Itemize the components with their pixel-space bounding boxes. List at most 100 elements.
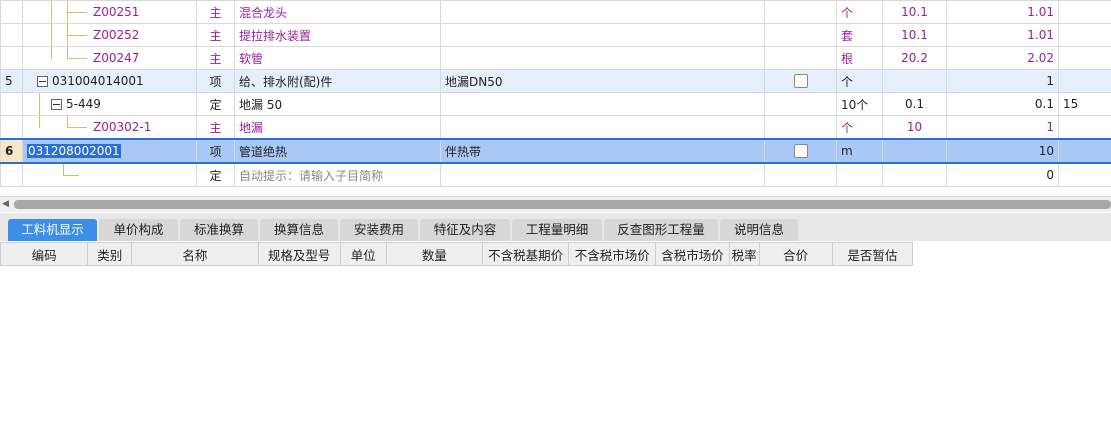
row-code[interactable] [22, 162, 197, 187]
row-code[interactable]: 5-449 [22, 92, 197, 116]
col-header-provisional[interactable]: 是否暂估 [831, 242, 914, 266]
table-row[interactable]: Z00302-1 主 地漏 个 10 1 [0, 115, 1111, 140]
row-quantity[interactable]: 10 [946, 138, 1059, 164]
row-unit[interactable]: 个 [836, 0, 883, 24]
tab-installation-fee[interactable]: 安装费用 [340, 219, 418, 241]
row-name[interactable]: 地漏 50 [234, 92, 441, 116]
col-header-base-price-excl-tax[interactable]: 不含税基期价 [482, 242, 570, 266]
row-quantity[interactable]: 1.01 [946, 23, 1059, 47]
row-content-qty[interactable] [882, 69, 947, 93]
row-name[interactable]: 混合龙头 [234, 0, 441, 24]
col-header-name[interactable]: 名称 [131, 242, 259, 266]
row-type[interactable]: 项 [196, 69, 235, 93]
table-row[interactable]: 5-449 定 地漏 50 10个 0.1 0.1 15 [0, 92, 1111, 116]
row-check[interactable] [764, 138, 837, 164]
row-code[interactable]: 031208002001 [22, 138, 197, 164]
table-row-selected[interactable]: 6 031208002001 项 管道绝热 伴热带 m 10 [0, 138, 1111, 164]
row-check [764, 92, 837, 116]
row-unit[interactable] [836, 162, 883, 187]
row-code[interactable]: Z00302-1 [22, 115, 197, 140]
table-row[interactable]: 定 自动提示：请输入子目简称 0 [0, 162, 1111, 187]
col-header-tax-rate[interactable]: 税率 [728, 242, 760, 266]
row-content-qty[interactable]: 10.1 [882, 0, 947, 24]
row-type[interactable]: 主 [196, 0, 235, 24]
row-index [0, 115, 23, 140]
row-unit[interactable]: 10个 [836, 92, 883, 116]
row-type[interactable]: 项 [196, 138, 235, 164]
collapse-icon[interactable] [51, 99, 62, 110]
row-checkbox[interactable] [793, 144, 808, 159]
row-spec[interactable] [440, 115, 765, 140]
row-content-qty[interactable]: 10 [882, 115, 947, 140]
tab-features-content[interactable]: 特征及内容 [420, 219, 510, 241]
scrollbar-thumb[interactable] [14, 200, 1111, 209]
tab-standard-conversion[interactable]: 标准换算 [180, 219, 258, 241]
row-name-hint[interactable]: 自动提示：请输入子目简称 [234, 162, 441, 187]
horizontal-scrollbar[interactable]: ◀ [0, 196, 1111, 212]
row-unit[interactable]: 根 [836, 46, 883, 70]
col-header-total-price[interactable]: 合价 [758, 242, 833, 266]
row-content-qty[interactable]: 20.2 [882, 46, 947, 70]
row-content-qty[interactable]: 0.1 [882, 92, 947, 116]
row-unit[interactable]: 套 [836, 23, 883, 47]
row-code[interactable]: Z00251 [22, 0, 197, 24]
row-checkbox[interactable] [793, 74, 808, 89]
col-header-spec[interactable]: 规格及型号 [257, 242, 341, 266]
row-spec[interactable] [440, 92, 765, 116]
row-unit[interactable]: 个 [836, 115, 883, 140]
col-header-quantity[interactable]: 数量 [385, 242, 484, 266]
table-row[interactable]: Z00251 主 混合龙头 个 10.1 1.01 [0, 0, 1111, 24]
row-index [0, 92, 23, 116]
row-spec[interactable] [440, 162, 765, 187]
col-header-code[interactable]: 编码 [0, 242, 89, 266]
row-code[interactable]: Z00247 [22, 46, 197, 70]
row-spec[interactable] [440, 23, 765, 47]
row-code-text: Z00302-1 [93, 120, 152, 134]
row-name[interactable]: 软管 [234, 46, 441, 70]
tab-description[interactable]: 说明信息 [720, 219, 798, 241]
row-spec[interactable] [440, 0, 765, 24]
col-header-market-price-excl-tax[interactable]: 不含税市场价 [568, 242, 657, 266]
row-name[interactable]: 给、排水附(配)件 [234, 69, 441, 93]
row-type[interactable]: 定 [196, 92, 235, 116]
row-code-text[interactable]: 031208002001 [27, 144, 121, 158]
row-name[interactable]: 地漏 [234, 115, 441, 140]
tab-quantity-detail[interactable]: 工程量明细 [512, 219, 602, 241]
row-quantity[interactable]: 1 [946, 115, 1059, 140]
row-spec[interactable] [440, 46, 765, 70]
row-check[interactable] [764, 69, 837, 93]
row-type[interactable]: 定 [196, 162, 235, 187]
col-header-unit[interactable]: 单位 [339, 242, 387, 266]
row-type[interactable]: 主 [196, 46, 235, 70]
row-unit[interactable]: 个 [836, 69, 883, 93]
row-content-qty[interactable] [882, 138, 947, 164]
table-row[interactable]: Z00252 主 提拉排水装置 套 10.1 1.01 [0, 23, 1111, 47]
row-unit[interactable]: m [836, 138, 883, 164]
tab-unit-price[interactable]: 单价构成 [99, 219, 178, 241]
tab-labor-material-machine[interactable]: 工料机显示 [8, 219, 97, 241]
row-content-qty[interactable] [882, 162, 947, 187]
col-header-category[interactable]: 类别 [87, 242, 133, 266]
row-name[interactable]: 提拉排水装置 [234, 23, 441, 47]
row-content-qty[interactable]: 10.1 [882, 23, 947, 47]
table-row[interactable]: Z00247 主 软管 根 20.2 2.02 [0, 46, 1111, 70]
row-name[interactable]: 管道绝热 [234, 138, 441, 164]
row-spec[interactable]: 伴热带 [440, 138, 765, 164]
row-quantity[interactable]: 1 [946, 69, 1059, 93]
row-type[interactable]: 主 [196, 115, 235, 140]
row-code[interactable]: 031004014001 [22, 69, 197, 93]
collapse-icon[interactable] [37, 76, 48, 87]
row-quantity[interactable]: 2.02 [946, 46, 1059, 70]
row-type[interactable]: 主 [196, 23, 235, 47]
row-quantity[interactable]: 1.01 [946, 0, 1059, 24]
scroll-left-icon[interactable]: ◀ [2, 199, 9, 210]
table-row[interactable]: 5 031004014001 项 给、排水附(配)件 地漏DN50 个 1 [0, 69, 1111, 93]
row-spec[interactable]: 地漏DN50 [440, 69, 765, 93]
col-header-market-price-incl-tax[interactable]: 含税市场价 [655, 242, 730, 266]
row-quantity[interactable]: 0.1 [946, 92, 1059, 116]
tab-reverse-graphic-quantity[interactable]: 反查图形工程量 [604, 219, 718, 241]
tab-conversion-info[interactable]: 换算信息 [260, 219, 338, 241]
row-extra [1058, 69, 1111, 93]
row-quantity[interactable]: 0 [946, 162, 1059, 187]
row-code[interactable]: Z00252 [22, 23, 197, 47]
